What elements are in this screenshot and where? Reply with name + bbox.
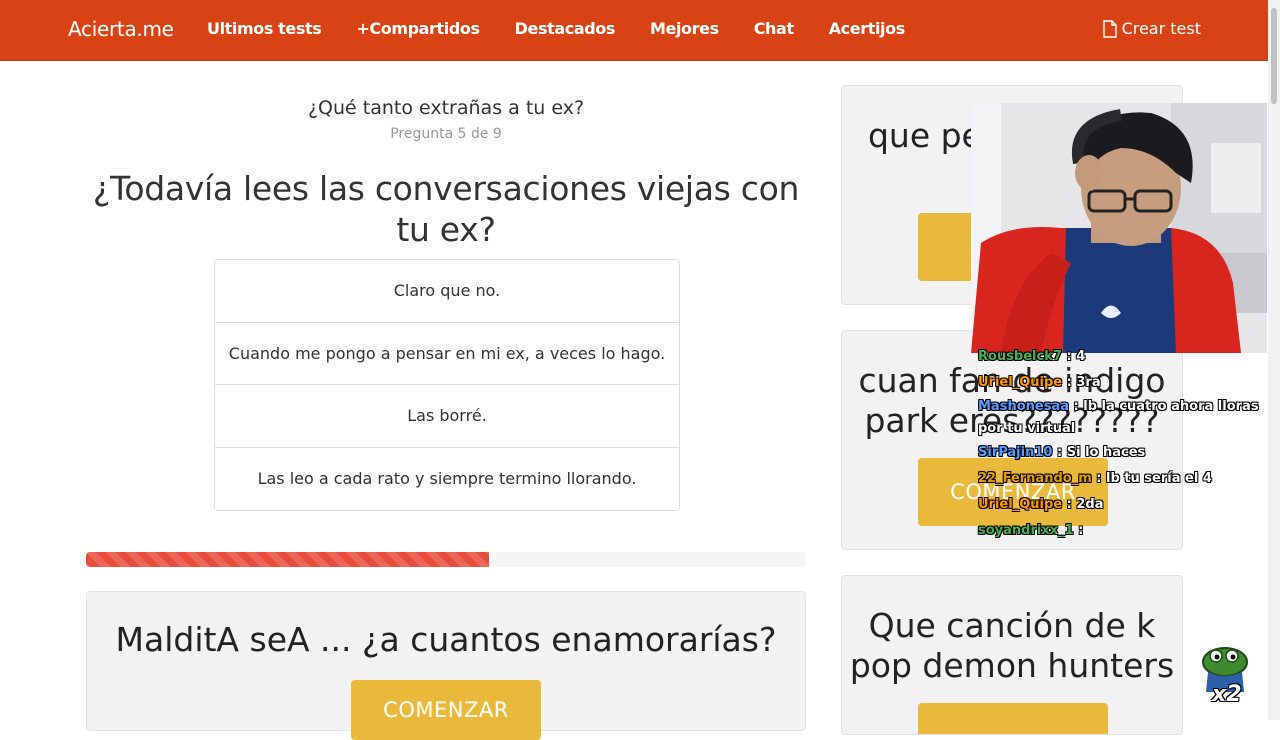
start-button[interactable] — [918, 703, 1108, 734]
chat-message: 22_Fernando_m : lb tu sería el 4 — [978, 466, 1274, 492]
chat-username: SirPajin10 — [978, 445, 1053, 460]
chat-text: 3ra — [1076, 375, 1101, 390]
chat-message: Uriel_Quipe : 3ra — [978, 370, 1274, 396]
answer-option[interactable]: Las borré. — [215, 385, 679, 448]
nav-link-acertijos[interactable]: Acertijos — [829, 19, 906, 38]
chat-separator: : — [1061, 349, 1077, 364]
answer-option[interactable]: Cuando me pongo a pensar en mi ex, a vec… — [215, 323, 679, 385]
nav-link-mejores[interactable]: Mejores — [650, 19, 719, 38]
nav-link-chat[interactable]: Chat — [754, 19, 794, 38]
site-logo[interactable]: Acierta.me — [68, 17, 174, 41]
quiz-title: ¿Qué tanto extrañas a tu ex? — [307, 97, 585, 119]
answer-option[interactable]: Claro que no. — [215, 260, 679, 323]
chat-separator: : — [1073, 523, 1084, 538]
related-test-title: MalditA seA ... ¿a cuantos enamorarías? — [115, 620, 777, 659]
chat-message: SirPajin10 : Si lo haces — [978, 440, 1274, 466]
chat-username: Mashonesaa — [978, 399, 1069, 414]
scrollbar-thumb[interactable] — [1271, 8, 1277, 104]
chat-username: Uriel_Quipe — [978, 497, 1063, 512]
chat-username: Rousbelck7 — [978, 349, 1062, 364]
chat-text: 4 — [1076, 349, 1086, 364]
related-test-card: MalditA seA ... ¿a cuantos enamorarías? … — [86, 591, 806, 740]
create-test-label: Crear test — [1121, 19, 1201, 38]
streamer-webcam-image — [971, 103, 1267, 353]
chat-separator: : — [1062, 375, 1077, 390]
question-counter: Pregunta 5 de 9 — [390, 126, 502, 142]
chat-text: 2da — [1076, 497, 1104, 512]
nav-link-ultimos-tests[interactable]: Ultimos tests — [207, 19, 322, 38]
question-text: ¿Todavía lees las conversaciones viejas … — [92, 169, 800, 249]
emote-overlay: x2 — [1198, 642, 1252, 714]
chat-text: lb tu sería el 4 — [1106, 471, 1212, 486]
nav-link-compartidos[interactable]: +Compartidos — [356, 19, 480, 38]
streamer-webcam — [971, 103, 1267, 353]
sidebar-test-card: Que canción de k pop demon hunters — [841, 575, 1183, 735]
document-icon — [1102, 19, 1117, 38]
sidebar-test-title: Que canción de k pop demon hunters — [849, 606, 1175, 685]
chat-message: Rousbelck7 : 4 — [978, 344, 1274, 370]
answer-option[interactable]: Las leo a cada rato y siempre termino ll… — [215, 448, 679, 511]
chat-separator: : — [1069, 399, 1084, 414]
chat-message: Uriel_Quipe : 2da — [978, 492, 1274, 518]
create-test-link[interactable]: Crear test — [1102, 19, 1201, 38]
chat-separator: : — [1091, 471, 1107, 486]
start-button[interactable]: COMENZAR — [351, 680, 541, 740]
progress-fill — [86, 552, 490, 567]
chat-separator: : — [1062, 497, 1077, 512]
top-navbar: Acierta.me Ultimos tests +Compartidos De… — [0, 0, 1280, 61]
nav-link-destacados[interactable]: Destacados — [515, 19, 616, 38]
answer-list: Claro que no. Cuando me pongo a pensar e… — [214, 259, 680, 511]
chat-separator: : — [1052, 445, 1067, 460]
chat-message: Mashonesaa : lb la cuatro ahora lloras p… — [978, 396, 1274, 440]
chat-text: Si lo haces — [1066, 445, 1146, 460]
chat-username: soyandrixx_1 — [978, 523, 1074, 538]
nav-links: Ultimos tests +Compartidos Destacados Me… — [207, 19, 940, 38]
emote-multiplier: x2 — [1212, 682, 1242, 707]
chat-message: soyandrixx_1 : — [978, 518, 1274, 544]
quiz-progress-bar — [86, 552, 806, 567]
stream-chat-overlay: Rousbelck7 : 4 Uriel_Quipe : 3ra Mashonesa… — [978, 344, 1274, 544]
chat-username: 22_Fernando_m — [978, 471, 1092, 486]
chat-username: Uriel_Quipe — [978, 375, 1063, 390]
